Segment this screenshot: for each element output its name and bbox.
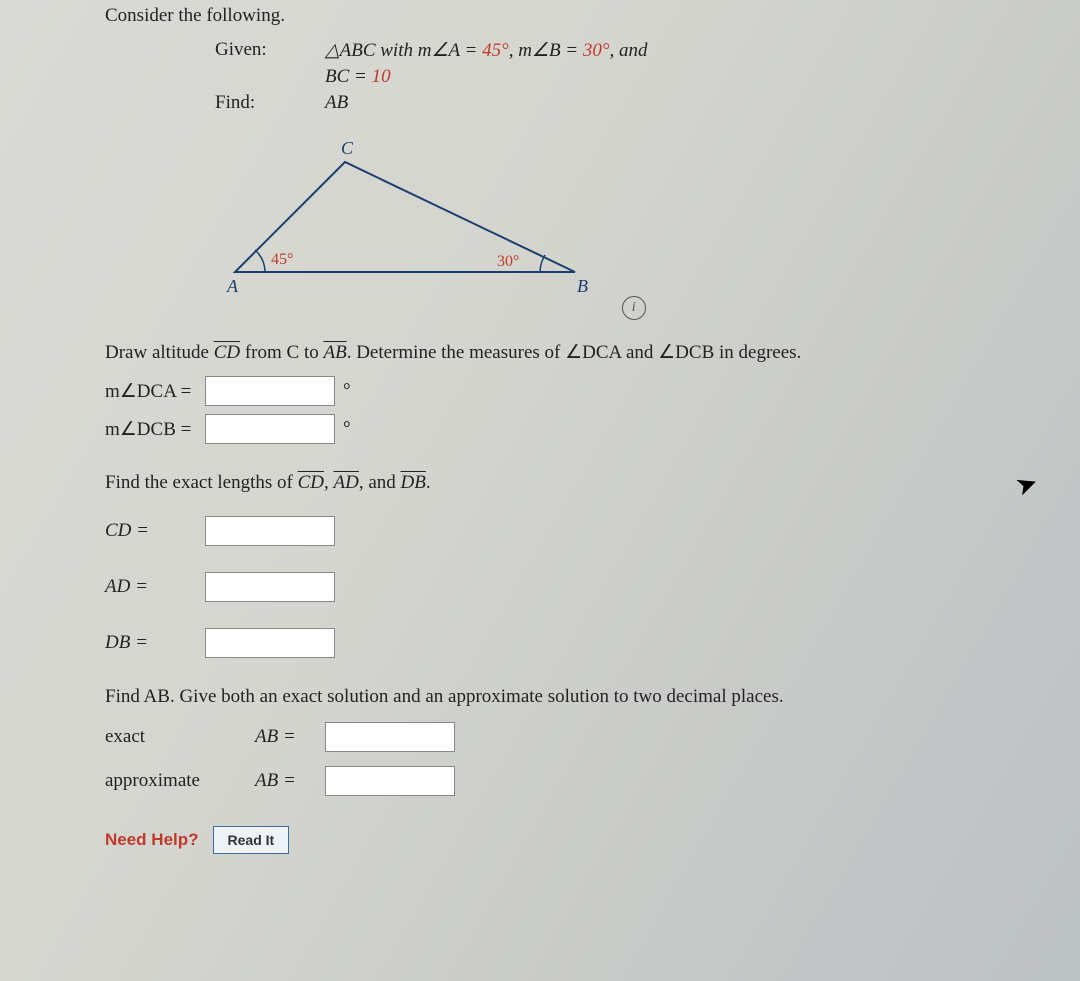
read-it-button[interactable]: Read It bbox=[213, 826, 290, 854]
ad-label: AD = bbox=[105, 576, 205, 598]
txt: BC = bbox=[325, 66, 372, 87]
cd-input[interactable] bbox=[205, 516, 335, 546]
segment-ad: AD bbox=[334, 472, 359, 493]
txt: △ABC with m∠A = bbox=[325, 40, 482, 61]
mdcb-label: m∠DCB = bbox=[105, 418, 205, 441]
ab-exact-input[interactable] bbox=[325, 722, 455, 752]
angle-b-value: 30° bbox=[497, 253, 519, 270]
vertex-b: B bbox=[577, 276, 588, 296]
txt: Draw altitude bbox=[105, 342, 214, 363]
cd-label: CD = bbox=[105, 520, 205, 542]
instruction-1: Draw altitude CD from C to AB. Determine… bbox=[105, 338, 1050, 368]
given-label: Given: bbox=[215, 39, 325, 61]
degree-symbol: ° bbox=[343, 380, 351, 402]
mdca-label: m∠DCA = bbox=[105, 380, 205, 403]
approx-label: approximate bbox=[105, 770, 255, 792]
val: 45° bbox=[482, 40, 509, 61]
arc-a bbox=[255, 250, 265, 272]
angle-a-value: 45° bbox=[271, 251, 293, 268]
find-label: Find: bbox=[215, 92, 325, 114]
instruction-3: Find AB. Give both an exact solution and… bbox=[105, 686, 1050, 708]
given-value-2: BC = 10 bbox=[325, 66, 391, 88]
vertex-a: A bbox=[226, 276, 239, 296]
ab-eq-label: AB = bbox=[255, 770, 315, 792]
exact-label: exact bbox=[105, 726, 255, 748]
mdca-input[interactable] bbox=[205, 376, 335, 406]
txt: . bbox=[426, 472, 431, 493]
info-icon[interactable]: i bbox=[622, 296, 646, 320]
problem-header: Consider the following. bbox=[105, 5, 1050, 27]
vertex-c: C bbox=[341, 138, 354, 158]
txt: , m∠B = bbox=[509, 40, 583, 61]
given-value-1: △ABC with m∠A = 45°, m∠B = 30°, and bbox=[325, 39, 647, 62]
ab-eq-label: AB = bbox=[255, 726, 315, 748]
txt: from C to bbox=[240, 342, 323, 363]
triangle-figure: A B C 45° 30° i bbox=[205, 132, 1050, 320]
need-help-label: Need Help? bbox=[105, 830, 199, 850]
ab-approx-input[interactable] bbox=[325, 766, 455, 796]
segment-db: DB bbox=[401, 472, 426, 493]
db-label: DB = bbox=[105, 632, 205, 654]
val: 30° bbox=[583, 40, 610, 61]
degree-symbol: ° bbox=[343, 418, 351, 440]
mdcb-input[interactable] bbox=[205, 414, 335, 444]
segment-cd: CD bbox=[298, 472, 324, 493]
txt: Find the exact lengths of bbox=[105, 472, 298, 493]
find-value: AB bbox=[325, 92, 348, 114]
segment-cd: CD bbox=[214, 342, 240, 363]
val: 10 bbox=[372, 66, 391, 87]
db-input[interactable] bbox=[205, 628, 335, 658]
instruction-2: Find the exact lengths of CD, AD, and DB… bbox=[105, 472, 1050, 494]
ad-input[interactable] bbox=[205, 572, 335, 602]
txt: . Determine the measures of ∠DCA and ∠DC… bbox=[347, 342, 802, 363]
txt: , and bbox=[359, 472, 401, 493]
given-find-block: Given: △ABC with m∠A = 45°, m∠B = 30°, a… bbox=[215, 39, 1050, 114]
txt: , and bbox=[609, 40, 647, 61]
txt: , bbox=[324, 472, 334, 493]
segment-ab: AB bbox=[323, 342, 346, 363]
